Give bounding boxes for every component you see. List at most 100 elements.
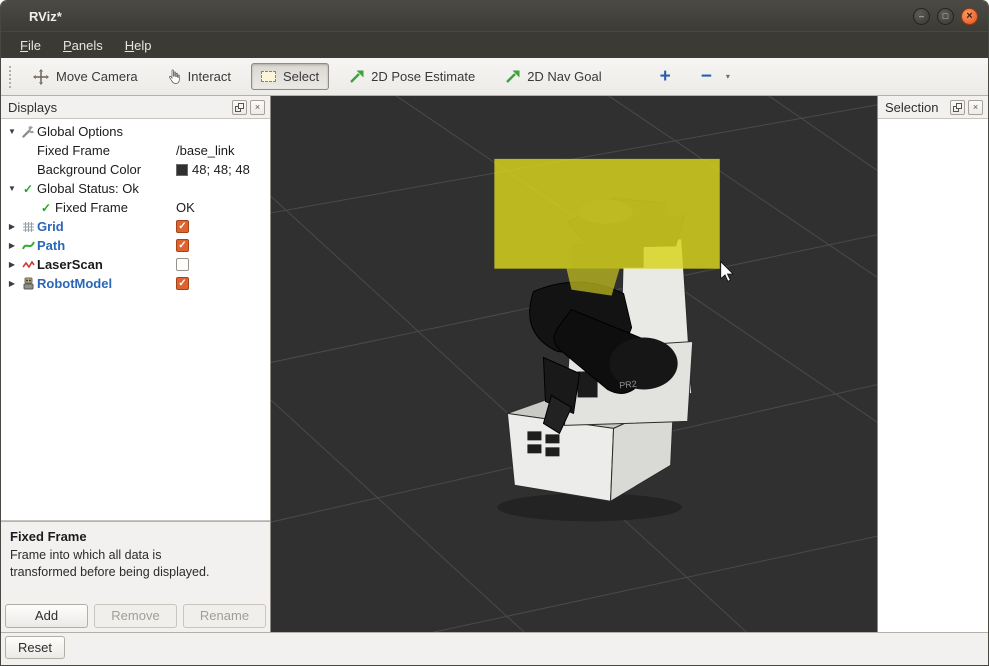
green-arrow-icon [349,70,364,83]
menu-help[interactable]: Help [114,34,163,57]
remove-button[interactable]: Remove [94,604,177,628]
titlebar[interactable]: RViz* –□ × [1,1,988,31]
main-area: Displays × ▼ Global Options Fixed Frame/ba… [1,96,988,632]
tree-value-background-color[interactable]: 48; 48; 48 [176,162,250,177]
tree-row-fixed-frame[interactable]: Fixed Frame/base_link [1,141,270,160]
toolbar: Move Camera Interact Select 2D Pose Estimat… [1,58,988,96]
menu-file[interactable]: File [9,34,52,57]
tree-row-robotmodel[interactable]: ▶ RobotModel ✓ [1,274,270,293]
help-title: Fixed Frame [10,529,261,544]
reset-button[interactable]: Reset [5,636,65,659]
tool-select[interactable]: Select [251,63,329,90]
tool-label: 2D Nav Goal [527,69,601,84]
displays-close-button[interactable]: × [250,100,265,115]
expander-right-icon[interactable]: ▶ [5,260,19,269]
path-icon [19,239,37,252]
tool-label: Select [283,69,319,84]
menubar: FilePanelsHelp [1,31,988,58]
tool-label: 2D Pose Estimate [371,69,475,84]
enabled-checkbox[interactable] [176,258,189,271]
enabled-checkbox[interactable]: ✓ [176,239,189,252]
displays-panel-header: Displays × [1,96,270,118]
selection-panel: Selection × [877,96,988,632]
menu-panels[interactable]: Panels [52,34,114,57]
color-value: 48; 48; 48 [192,162,250,177]
tool-remove-tool[interactable]: −▾ [691,64,740,90]
robot-icon [19,277,37,290]
displays-buttons: AddRemoveRename [1,599,270,632]
tree-value-grid: ✓ [176,220,189,233]
tree-value-laserscan [176,258,189,271]
tree-row-laserscan[interactable]: ▶ LaserScan [1,255,270,274]
tree-row-background-color[interactable]: Background Color 48; 48; 48 [1,160,270,179]
selection-panel-title: Selection [885,100,947,115]
close-button[interactable]: × [961,8,978,25]
enabled-checkbox[interactable]: ✓ [176,277,189,290]
add-button[interactable]: Add [5,604,88,628]
displays-tree: ▼Global OptionsFixed Frame/base_linkBack… [1,118,270,521]
tree-label-robotmodel: RobotModel [37,276,112,291]
expander-right-icon[interactable]: ▶ [5,222,19,231]
window-title: RViz* [29,9,913,24]
selection-float-button[interactable] [950,100,965,115]
grid-icon [19,220,37,233]
rviz-window: RViz* –□ × FilePanelsHelp Move Camera Inte… [0,0,989,666]
tool-add-tool[interactable]: + [650,64,681,90]
tree-label-global-status: Global Status: Ok [37,181,139,196]
tree-label-global-options: Global Options [37,124,123,139]
tree-value-fixed-frame[interactable]: /base_link [176,143,235,158]
tree-label-background-color: Background Color [37,162,141,177]
check-icon: ✓ [37,201,55,215]
tree-label-laserscan: LaserScan [37,257,103,272]
rename-button[interactable]: Rename [183,604,266,628]
tool-label: + [660,70,671,84]
color-swatch [176,164,188,176]
maximize-button[interactable]: □ [937,8,954,25]
tree-label-fixed-frame: Fixed Frame [37,143,110,158]
selection-close-button[interactable]: × [968,100,983,115]
float-icon [235,103,244,112]
wrench-icon [19,125,37,138]
expander-right-icon[interactable]: ▶ [5,279,19,288]
enabled-checkbox[interactable]: ✓ [176,220,189,233]
select-icon [261,71,276,82]
tree-label-path: Path [37,238,65,253]
tool-2d-nav-goal[interactable]: 2D Nav Goal [495,63,611,90]
tool-2d-pose-estimate[interactable]: 2D Pose Estimate [339,63,485,90]
selection-panel-header: Selection × [878,96,988,118]
green-arrow-icon [505,70,520,83]
float-icon [953,103,962,112]
expander-down-icon[interactable]: ▼ [5,127,19,136]
tool-label: Interact [188,69,231,84]
help-body: Frame into which all data is transformed… [10,547,215,581]
tree-row-grid[interactable]: ▶ Grid ✓ [1,217,270,236]
tool-move-camera[interactable]: Move Camera [23,63,148,91]
render-scene: PR2 [271,96,877,632]
tree-value-path: ✓ [176,239,189,252]
tree-value-robotmodel: ✓ [176,277,189,290]
displays-panel: Displays × ▼ Global Options Fixed Frame/ba… [1,96,271,632]
tree-row-global-status[interactable]: ▼✓Global Status: Ok [1,179,270,198]
expander-down-icon[interactable]: ▼ [5,184,19,193]
statusbar: Reset [1,632,988,665]
render-view[interactable]: PR2 [271,96,877,632]
move-camera-icon [33,69,49,85]
expander-right-icon[interactable]: ▶ [5,241,19,250]
close-icon: × [973,102,978,112]
tool-interact[interactable]: Interact [158,63,241,90]
tree-row-path[interactable]: ▶ Path ✓ [1,236,270,255]
chevron-down-icon[interactable]: ▾ [726,72,730,81]
tree-row-global-options[interactable]: ▼ Global Options [1,122,270,141]
selection-rectangle [494,159,719,269]
tree-row-fixed-frame-status[interactable]: ✓Fixed Frame OK [1,198,270,217]
toolbar-grip-icon[interactable] [9,66,15,88]
tree-value-fixed-frame-status[interactable]: OK [176,200,195,215]
laserscan-icon [19,258,37,271]
tool-label: Move Camera [56,69,138,84]
tree-label-fixed-frame-status: Fixed Frame [55,200,128,215]
displays-panel-title: Displays [8,100,229,115]
tool-label: − [701,70,712,84]
minimize-button[interactable]: – [913,8,930,25]
displays-float-button[interactable] [232,100,247,115]
tree-label-grid: Grid [37,219,64,234]
